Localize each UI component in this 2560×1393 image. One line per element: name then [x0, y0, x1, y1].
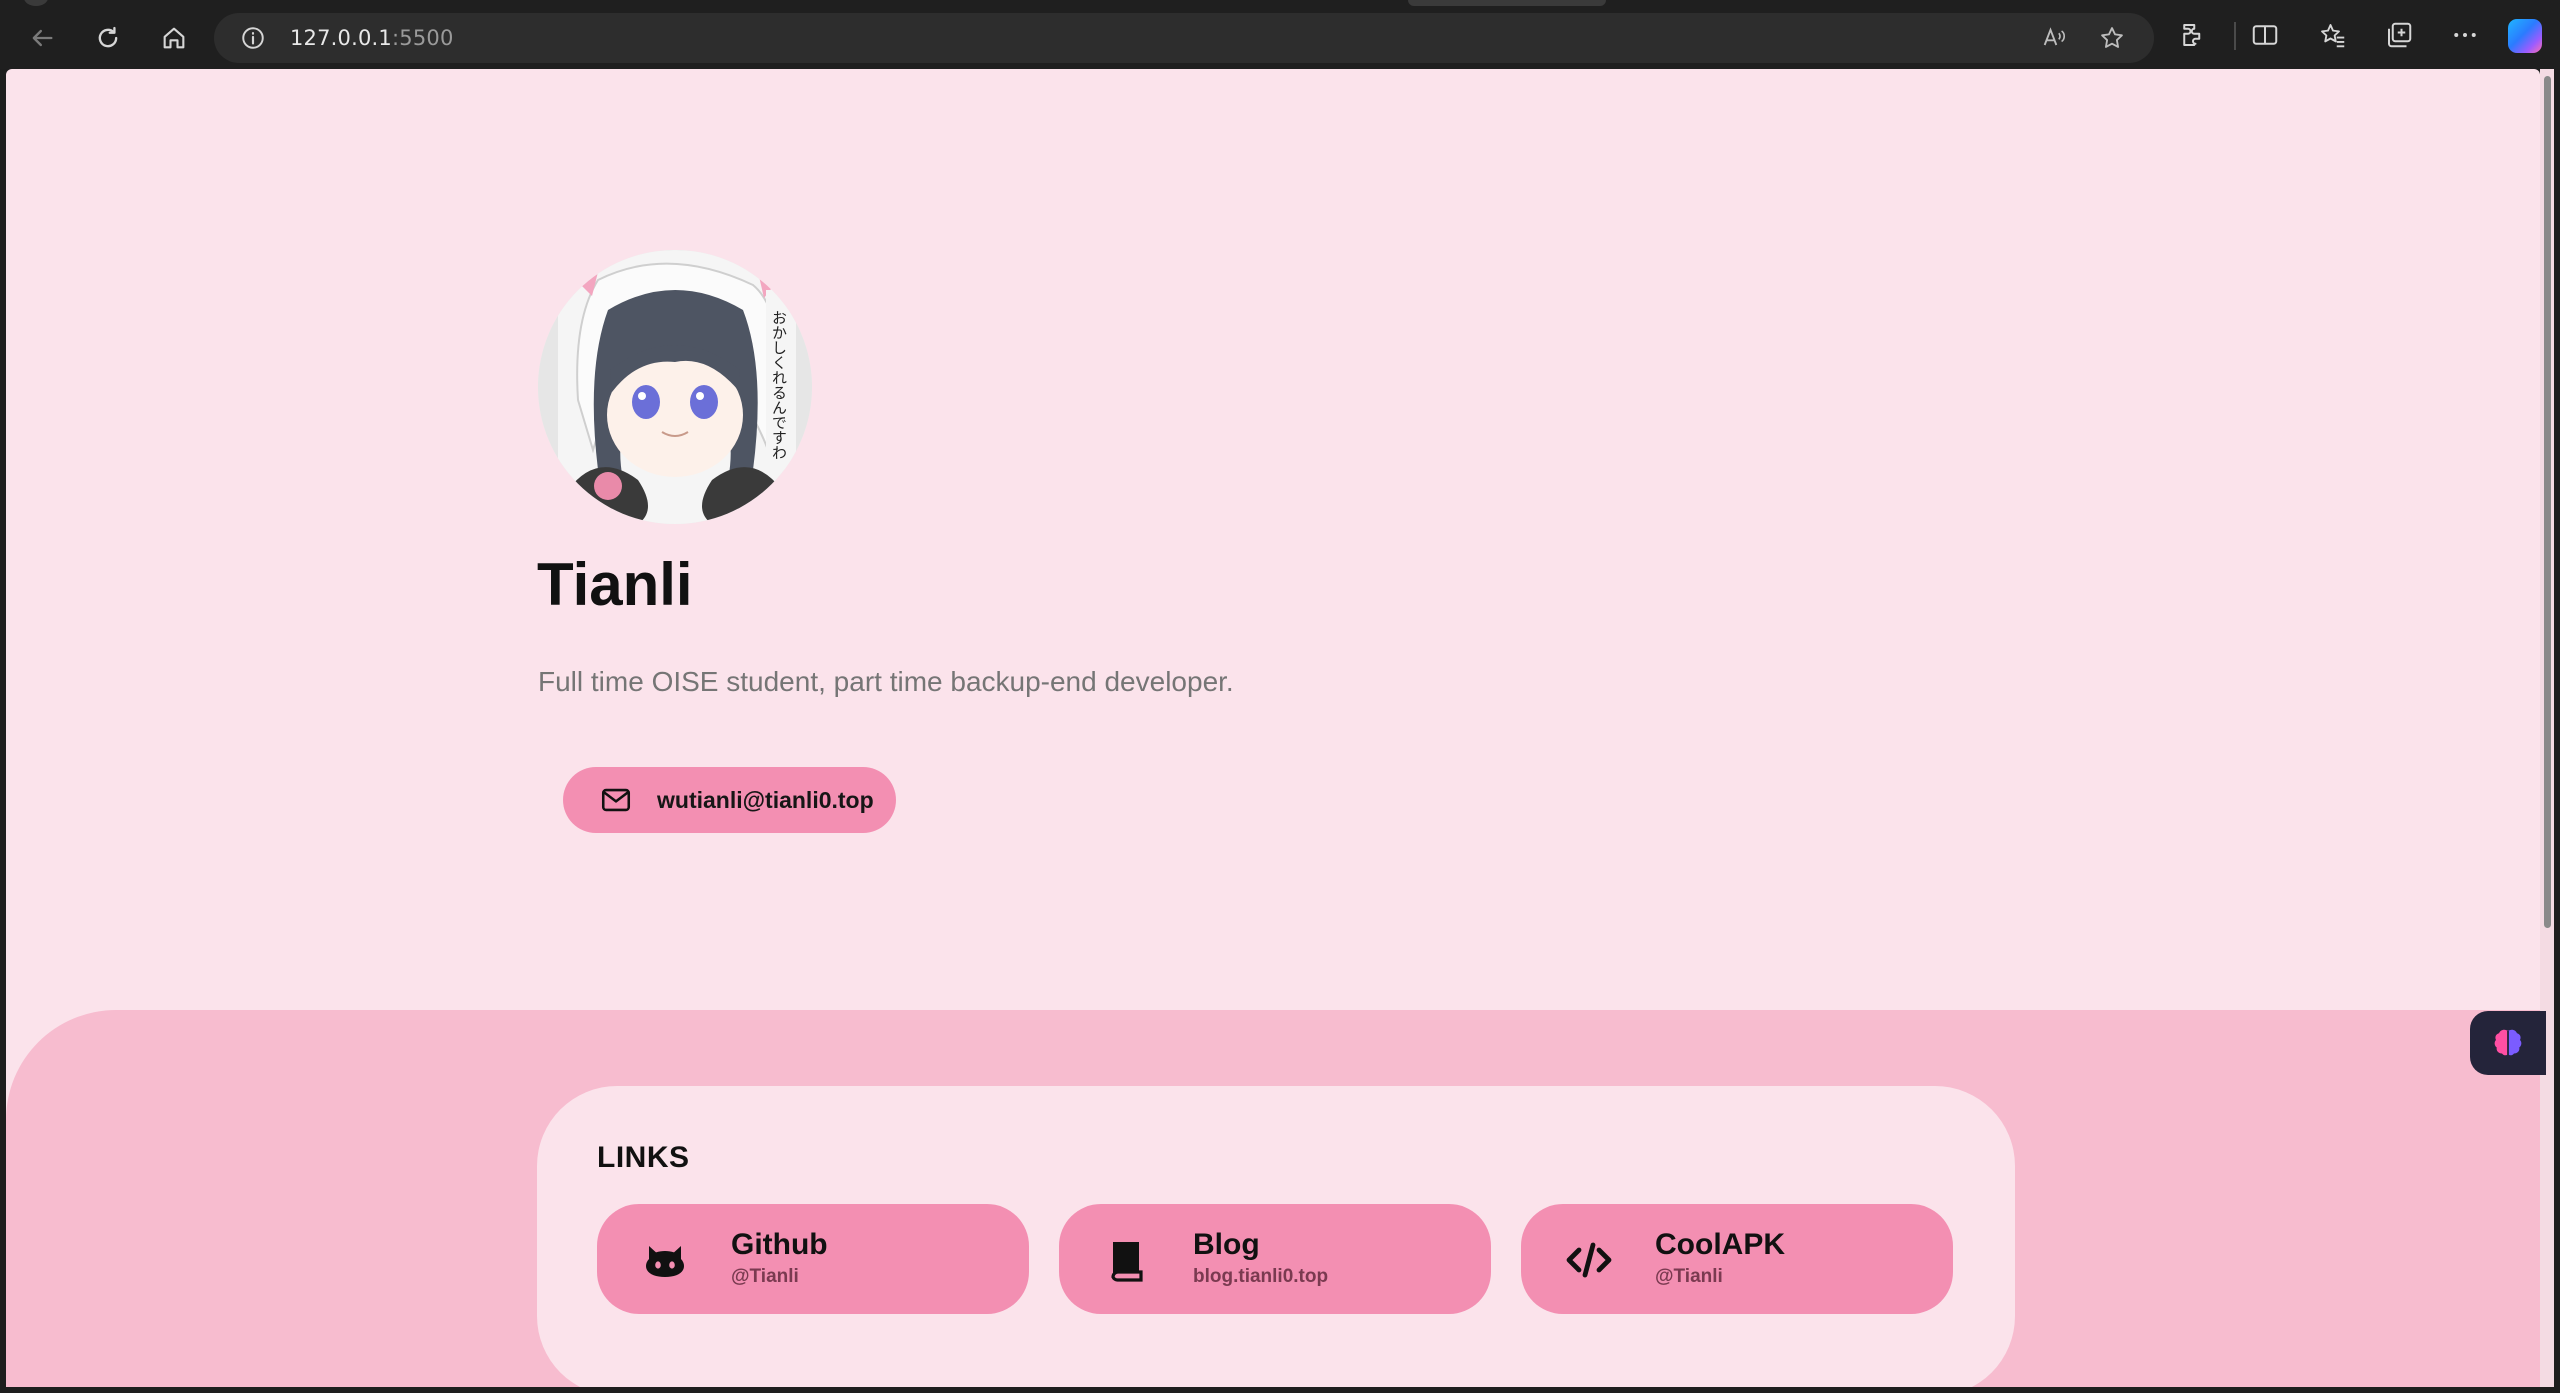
copilot-icon[interactable] — [2508, 19, 2542, 53]
code-icon — [1566, 1242, 1612, 1278]
window-edge — [2554, 69, 2560, 1387]
favorites-icon[interactable] — [2318, 20, 2348, 50]
active-tab-indicator[interactable] — [1408, 0, 1606, 6]
tab-edge — [24, 0, 48, 6]
site-info-icon[interactable] — [240, 25, 266, 51]
home-icon — [163, 27, 185, 49]
link-coolapk-subtitle: @Tianli — [1655, 1266, 1723, 1287]
refresh-icon — [98, 26, 118, 48]
browser-toolbar: 127.0.0.1:5500 — [0, 0, 2560, 69]
link-coolapk[interactable]: CoolAPK @Tianli — [1521, 1204, 1953, 1314]
github-icon — [646, 1246, 684, 1277]
more-options-icon[interactable] — [2450, 20, 2480, 50]
refresh-button[interactable] — [84, 14, 132, 62]
link-blog[interactable]: Blog blog.tianli0.top — [1059, 1204, 1491, 1314]
profile-bio: Full time OISE student, part time backup… — [538, 666, 1234, 697]
page-viewport: おかしくれるんですわ Tianli Full time OISE student… — [6, 69, 2540, 1387]
links-heading: LINKS — [597, 1141, 690, 1174]
toolbar-divider — [2234, 22, 2236, 50]
email-button[interactable]: wutianli@tianli0.top — [563, 767, 896, 833]
url-text[interactable]: 127.0.0.1:5500 — [290, 26, 454, 50]
link-github-title: Github — [731, 1228, 828, 1261]
favorite-star-icon[interactable] — [2098, 24, 2126, 52]
book-icon — [1111, 1242, 1143, 1282]
extension-widget[interactable] — [2470, 1011, 2546, 1075]
url-port: :5500 — [392, 26, 454, 50]
profile-name: Tianli — [537, 551, 693, 618]
back-arrow-icon — [32, 29, 53, 47]
links-section: LINKS Github @Tianli Blog blog.tianli0.t… — [6, 1010, 2540, 1387]
url-host: 127.0.0.1 — [290, 26, 392, 50]
back-button[interactable] — [18, 14, 66, 62]
extensions-icon[interactable] — [2178, 20, 2208, 50]
link-blog-subtitle: blog.tianli0.top — [1193, 1266, 1329, 1287]
link-blog-title: Blog — [1193, 1228, 1260, 1261]
link-coolapk-title: CoolAPK — [1655, 1228, 1785, 1261]
email-label: wutianli@tianli0.top — [657, 786, 874, 813]
home-button[interactable] — [150, 14, 198, 62]
avatar-illustration: おかしくれるんですわ — [538, 250, 812, 524]
window-bottom-edge — [0, 1387, 2560, 1393]
link-github-subtitle: @Tianli — [731, 1266, 799, 1287]
read-aloud-icon[interactable] — [2040, 24, 2068, 52]
scrollbar-thumb[interactable] — [2544, 76, 2551, 928]
brain-icon — [2494, 1029, 2522, 1056]
avatar-caption: おかしくれるんですわ — [770, 310, 788, 460]
mail-icon — [601, 788, 631, 812]
address-bar[interactable]: 127.0.0.1:5500 — [214, 13, 2154, 63]
collections-icon[interactable] — [2384, 20, 2414, 50]
avatar: おかしくれるんですわ — [538, 250, 812, 524]
link-github[interactable]: Github @Tianli — [597, 1204, 1029, 1314]
links-card: LINKS Github @Tianli Blog blog.tianli0.t… — [537, 1086, 2015, 1387]
split-screen-icon[interactable] — [2250, 20, 2280, 50]
